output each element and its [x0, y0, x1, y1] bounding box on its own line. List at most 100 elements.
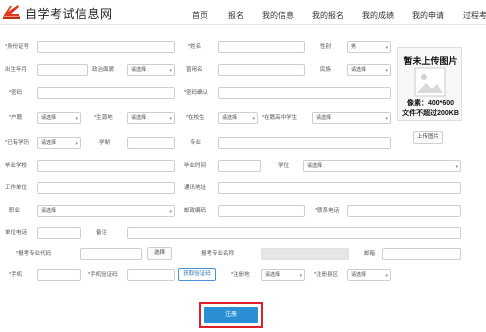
work-unit-label: 工作单位	[5, 185, 28, 191]
origin-select-value: 请选择	[131, 115, 147, 121]
nav-my-applications[interactable]: 我的申请	[412, 10, 444, 21]
site-title: 自学考试信息网	[25, 7, 113, 21]
in-school-select[interactable]: 请选择 ▾	[218, 112, 258, 124]
chevron-down-icon: ▾	[169, 68, 172, 74]
image-placeholder-icon	[414, 67, 446, 97]
nav-my-scores[interactable]: 我的成绩	[362, 10, 394, 21]
photo-title: 暂未上传图片	[403, 56, 458, 66]
email-input[interactable]	[382, 248, 461, 260]
postcode-input[interactable]	[218, 205, 305, 217]
degree-select[interactable]: 请选择 ▾	[37, 137, 81, 149]
chevron-down-icon: ▾	[169, 209, 172, 215]
gender-select[interactable]: 男 ▾	[347, 41, 391, 53]
grad-time-input[interactable]	[218, 160, 261, 172]
exam-code-label: *报考专业代码	[16, 251, 52, 257]
job-select-value: 请选择	[41, 208, 57, 214]
chevron-down-icon: ▾	[252, 116, 255, 122]
political-select[interactable]: 请选择 ▾	[127, 64, 175, 76]
contact-phone-input[interactable]	[347, 205, 461, 217]
political-select-value: 请选择	[131, 67, 147, 73]
mobile-code-label: *手机验证码	[88, 272, 118, 278]
chevron-down-icon: ▾	[385, 273, 388, 279]
password-input[interactable]	[37, 87, 175, 99]
exam-code-input[interactable]	[80, 248, 142, 260]
mobile-label: *手机	[9, 272, 23, 278]
email-label: 邮箱	[364, 251, 376, 257]
password-confirm-input[interactable]	[218, 87, 391, 99]
reg-place-label: *注册地	[231, 272, 250, 278]
reg-district-select[interactable]: 请选择 ▾	[347, 269, 391, 281]
nav-my-info[interactable]: 我的信息	[262, 10, 294, 21]
id-number-input[interactable]	[37, 41, 175, 53]
mobile-code-input[interactable]	[127, 269, 175, 281]
origin-select[interactable]: 请选择 ▾	[127, 112, 175, 124]
former-name-label: 曾用名	[186, 67, 203, 73]
gender-select-value: 男	[351, 44, 357, 50]
nav-home[interactable]: 首页	[192, 10, 208, 21]
photo-limit-text: 文件不超过200KB	[402, 110, 459, 117]
hukou-select-value: 请选择	[41, 115, 57, 121]
academic-degree-label: 学位	[278, 163, 290, 169]
reg-place-select-value: 请选择	[265, 272, 281, 278]
site-logo[interactable]	[2, 3, 21, 19]
chevron-down-icon: ▾	[455, 164, 458, 170]
address-input[interactable]	[218, 182, 461, 194]
job-label: 职业	[9, 208, 21, 214]
work-unit-input[interactable]	[37, 182, 175, 194]
chevron-down-icon: ▾	[75, 141, 78, 147]
in-school-type-select[interactable]: 请选择 ▾	[312, 112, 391, 124]
hukou-label: *户籍	[9, 115, 23, 121]
birth-input[interactable]	[37, 64, 88, 76]
postcode-label: 邮政编码	[184, 208, 207, 214]
birth-label: 出生年月	[5, 67, 28, 73]
nav-my-registration[interactable]: 我的报名	[312, 10, 344, 21]
chevron-down-icon: ▾	[75, 116, 78, 122]
in-school-type-select-value: 请选择	[316, 115, 332, 121]
register-highlight: 注册	[199, 302, 263, 328]
photo-placeholder: 暂未上传图片 像素：400*600 文件不超过200KB	[397, 47, 462, 121]
in-school-type-label: *在籍高中学生	[262, 115, 298, 121]
major-input[interactable]	[218, 137, 391, 149]
reg-district-select-value: 请选择	[351, 272, 367, 278]
schooling-input[interactable]	[127, 137, 175, 149]
hukou-select[interactable]: 请选择 ▾	[37, 112, 81, 124]
chevron-down-icon: ▾	[385, 68, 388, 74]
grad-time-label: 毕业时间	[184, 163, 207, 169]
chevron-down-icon: ▾	[385, 116, 388, 122]
nav-process-exam[interactable]: 过程考	[463, 10, 486, 21]
name-input[interactable]	[218, 41, 305, 53]
unit-phone-input[interactable]	[37, 227, 81, 239]
select-major-button[interactable]: 选择	[147, 247, 172, 260]
academic-degree-select[interactable]: 请选择 ▾	[303, 160, 461, 172]
register-button[interactable]: 注册	[204, 307, 258, 323]
chevron-down-icon: ▾	[299, 273, 302, 279]
name-label: *姓名	[188, 44, 202, 50]
id-number-label: *身份证号	[5, 44, 30, 50]
ethnic-select[interactable]: 请选择 ▾	[347, 64, 391, 76]
get-code-button[interactable]: 获取验证码	[178, 268, 216, 281]
mobile-input[interactable]	[37, 269, 81, 281]
unit-phone-label: 单位电话	[5, 230, 28, 236]
academic-degree-select-value: 请选择	[307, 163, 323, 169]
reg-place-select[interactable]: 请选择 ▾	[261, 269, 305, 281]
password-confirm-label: *密码确认	[184, 90, 209, 96]
address-label: 通讯地址	[184, 185, 207, 191]
exam-name-label: 报考专业名称	[201, 251, 235, 257]
job-select[interactable]: 请选择 ▾	[37, 205, 175, 217]
reg-district-label: *注册县区	[314, 272, 339, 278]
schooling-label: 学制	[99, 140, 111, 146]
photo-size-text: 像素：400*600	[406, 100, 455, 107]
gender-label: 性别	[320, 44, 332, 50]
password-label: *密码	[9, 90, 23, 96]
remark-input[interactable]	[127, 227, 461, 239]
ethnic-select-value: 请选择	[351, 67, 367, 73]
exam-name-input	[261, 248, 349, 260]
nav-register[interactable]: 报名	[228, 10, 244, 21]
upload-photo-button[interactable]: 上传图片	[413, 131, 443, 144]
former-name-input[interactable]	[218, 64, 305, 76]
contact-phone-label: *联系电话	[315, 208, 340, 214]
ethnic-label: 民族	[320, 67, 332, 73]
degree-label: *已有学历	[5, 140, 30, 146]
grad-school-input[interactable]	[37, 160, 175, 172]
remark-label: 备注	[96, 230, 108, 236]
